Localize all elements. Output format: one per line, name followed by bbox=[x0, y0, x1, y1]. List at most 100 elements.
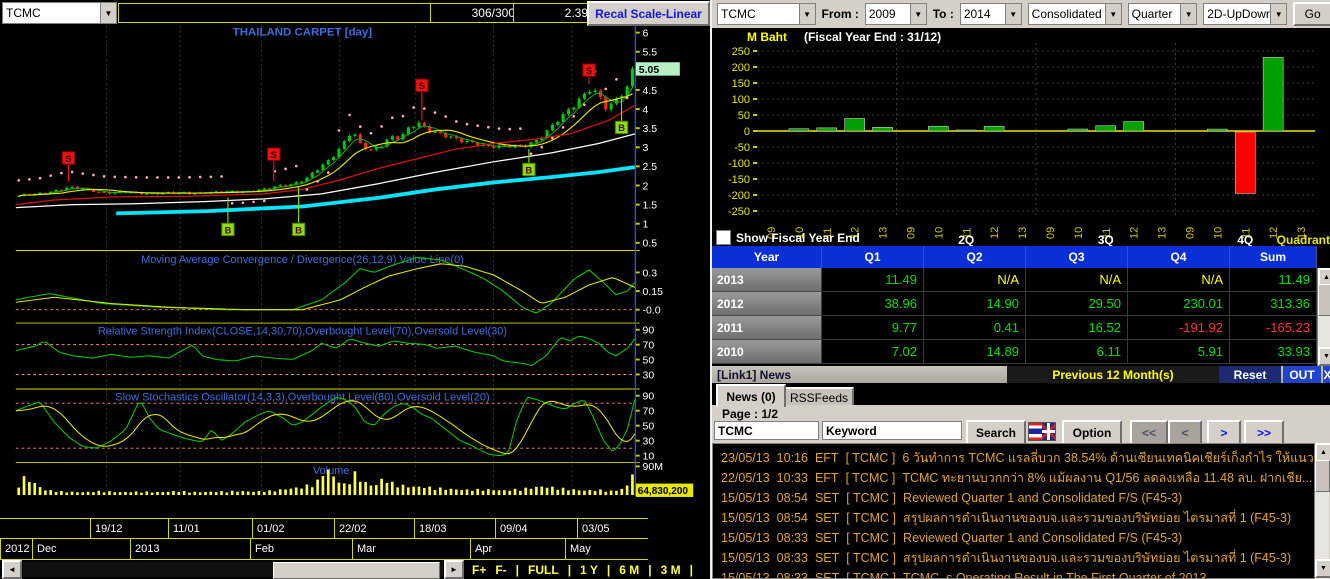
scroll-right-button[interactable]: ► bbox=[444, 560, 464, 579]
range-button-6m[interactable]: 6 M bbox=[619, 563, 639, 577]
bar-chart-ytick: 250 bbox=[732, 46, 750, 58]
bar-chart-ytick: -50 bbox=[734, 142, 750, 154]
fiscal-year-end-row: Show Fiscal Year End bbox=[716, 230, 860, 245]
range-button-full[interactable]: FULL bbox=[528, 563, 559, 577]
svg-text:6: 6 bbox=[643, 27, 649, 39]
news-list-item[interactable]: 22/05/13 10:33 EFT [ TCMC ] TCMC ทะยานบวกกว่… bbox=[721, 468, 1312, 488]
news-list-item[interactable]: 15/05/13 08:54 SET [ TCMC ] สรุปผลการดำเนินง… bbox=[721, 508, 1291, 528]
table-year-cell: 2012 bbox=[712, 292, 822, 316]
show-fiscal-year-end-checkbox[interactable] bbox=[716, 230, 731, 245]
news-list[interactable]: 23/05/13 10:16 EFT [ TCMC ] 6 วันทำการ TCMC … bbox=[712, 443, 1314, 579]
svg-text:S: S bbox=[65, 154, 71, 165]
to-year-combobox[interactable]: 2014 ▼ bbox=[959, 3, 1022, 25]
tab-news[interactable]: News (0) bbox=[716, 384, 786, 407]
range-button-3m[interactable]: 3 M bbox=[661, 563, 681, 577]
news-symbol: [ TCMC ] bbox=[845, 471, 896, 485]
from-year-combobox[interactable]: 2009 ▼ bbox=[864, 3, 927, 25]
news-next-page-button[interactable]: > bbox=[1207, 420, 1241, 445]
macd-signal-line bbox=[15, 263, 636, 311]
macd-tick-label: -0.0 bbox=[643, 305, 661, 317]
news-time: 08:33 bbox=[776, 571, 808, 579]
quarter-group-label: 3Q bbox=[1098, 233, 1114, 246]
news-first-page-button[interactable]: << bbox=[1130, 420, 1168, 445]
reset-button[interactable]: Reset bbox=[1219, 366, 1281, 383]
ma-cyan-line bbox=[116, 165, 636, 216]
news-scrollbar[interactable]: ▲ ▼ bbox=[1314, 443, 1330, 579]
chevron-down-icon[interactable]: ▼ bbox=[100, 3, 116, 23]
table-value-cell: 9.77 bbox=[822, 316, 924, 340]
price-and-indicators-chart: THAILAND CARPET [day]SSSSBBBB65.554.543.… bbox=[15, 25, 694, 497]
news-list-item[interactable]: 15/05/13 08:33 SET [ TCMC ] Reviewed Quarter… bbox=[721, 528, 1182, 548]
svg-text:B: B bbox=[295, 225, 302, 236]
chevron-down-icon[interactable]: ▼ bbox=[798, 4, 815, 24]
table-row[interactable]: 2013 11.49 N/A N/A N/A 11.49 bbox=[712, 268, 1330, 292]
option-button[interactable]: Option bbox=[1062, 420, 1122, 445]
chevron-down-icon[interactable]: ▼ bbox=[1004, 4, 1021, 24]
news-list-item[interactable]: 23/05/13 10:16 EFT [ TCMC ] 6 วันทำการ TCMC … bbox=[721, 448, 1314, 468]
table-year-cell: 2011 bbox=[712, 316, 822, 340]
news-scrollbar-thumb[interactable] bbox=[1315, 460, 1330, 492]
news-last-page-button[interactable]: >> bbox=[1244, 420, 1284, 445]
table-scroll-down-button[interactable]: ▼ bbox=[1318, 347, 1330, 366]
bar-chart-xtick: 09 bbox=[1184, 227, 1196, 239]
out-button[interactable]: OUT bbox=[1283, 366, 1321, 383]
zoom-out-button[interactable]: F- bbox=[495, 563, 506, 577]
bar-chart-subtitle: (Fiscal Year End : 31/12) bbox=[804, 30, 941, 44]
range-button-1y[interactable]: 1 Y bbox=[580, 563, 598, 577]
news-source: SET bbox=[814, 571, 840, 579]
stoch-tick-label: 50 bbox=[643, 420, 655, 432]
chevron-down-icon[interactable]: ▼ bbox=[909, 4, 926, 24]
table-row[interactable]: 2011 9.77 0.41 16.52 -191.92 -165.23 bbox=[712, 316, 1330, 340]
date-axis-label: 03/05 bbox=[577, 519, 660, 538]
chevron-down-icon[interactable]: ▼ bbox=[1180, 4, 1197, 24]
news-page-label: Page : 1/2 bbox=[722, 407, 779, 421]
news-scroll-down-button[interactable]: ▼ bbox=[1315, 559, 1330, 578]
table-scrollbar[interactable]: ▲ ▼ bbox=[1317, 268, 1330, 366]
chart-info-box[interactable] bbox=[118, 3, 438, 23]
statement-type-combobox[interactable]: Consolidated ▼ bbox=[1027, 3, 1122, 25]
symbol-combobox[interactable]: TCMC ▼ bbox=[2, 2, 117, 24]
svg-text:B: B bbox=[224, 225, 231, 236]
language-flag-icon[interactable] bbox=[1028, 422, 1056, 441]
table-row[interactable]: 2010 7.02 14.89 6.11 5.91 33.93 bbox=[712, 340, 1330, 364]
period-combobox[interactable]: Quarter ▼ bbox=[1127, 3, 1198, 25]
bar-chart-ytick: -200 bbox=[728, 190, 750, 202]
news-list-item[interactable]: 15/05/13 08:54 SET [ TCMC ] Reviewed Quarter… bbox=[721, 488, 1182, 508]
bar-chart-xtick: 12 bbox=[989, 227, 1001, 239]
chart-scrollbar-thumb[interactable] bbox=[273, 562, 440, 579]
news-symbol-input[interactable] bbox=[714, 421, 819, 440]
table-value-cell: 11.49 bbox=[1230, 268, 1317, 292]
recal-scale-button[interactable]: Recal Scale-Linear bbox=[587, 1, 710, 26]
tab-rssfeeds[interactable]: RSSFeeds bbox=[784, 387, 854, 407]
month-axis-row: 2012 Dec 2013 Feb Mar Apr May bbox=[0, 538, 648, 560]
news-list-item[interactable]: 15/05/13 08:33 SET [ TCMC ] TCMC_s Operating… bbox=[721, 568, 1206, 579]
news-time: 08:33 bbox=[776, 531, 808, 545]
search-button[interactable]: Search bbox=[966, 420, 1026, 445]
news-symbol: [ TCMC ] bbox=[846, 551, 897, 565]
scroll-left-button[interactable]: ◄ bbox=[2, 560, 22, 579]
chevron-down-icon[interactable]: ▼ bbox=[1270, 4, 1287, 24]
news-list-item[interactable]: 15/05/13 08:33 SET [ TCMC ] สรุปผลการดำเนินง… bbox=[721, 548, 1291, 568]
svg-text:S: S bbox=[586, 66, 592, 77]
view-mode-combobox[interactable]: 2D-UpDown ▼ bbox=[1203, 3, 1288, 25]
news-header-bar: [Link1] News Previous 12 Month(s) Reset … bbox=[712, 366, 1330, 383]
table-value-cell: 38.96 bbox=[822, 292, 924, 316]
macd-tick-label: 0.3 bbox=[643, 267, 658, 279]
news-keyword-input[interactable] bbox=[822, 421, 962, 440]
range-separator: | bbox=[606, 562, 611, 577]
table-row[interactable]: 2012 38.96 14.90 29.50 230.01 313.36 bbox=[712, 292, 1330, 316]
quadrant-symbol-combobox[interactable]: TCMC ▼ bbox=[717, 3, 816, 25]
table-scrollbar-thumb[interactable] bbox=[1318, 284, 1330, 316]
chevron-down-icon[interactable]: ▼ bbox=[1104, 4, 1121, 24]
to-label: To : bbox=[932, 7, 954, 21]
chart-scrollbar-track[interactable] bbox=[23, 562, 443, 579]
stoch-tick-label: 70 bbox=[643, 405, 655, 417]
go-button[interactable]: Go bbox=[1293, 2, 1330, 26]
chart-toolbar: TCMC ▼ 306/300 2.39 Recal Scale-Linear bbox=[0, 0, 710, 26]
bar-chart-ytick: 100 bbox=[732, 94, 750, 106]
chart-bottom-toolbar: ◄ ► F+ F- | FULL | 1 Y | 6 M | 3 M | bbox=[0, 560, 710, 579]
news-prev-page-button[interactable]: < bbox=[1168, 420, 1202, 445]
news-text: TCMC ทะยานบวกกว่า 8% แม้ผลงาน Q1/56 ลดลง… bbox=[902, 471, 1313, 485]
close-button[interactable]: X bbox=[1323, 366, 1330, 383]
zoom-in-button[interactable]: F+ bbox=[472, 563, 486, 577]
